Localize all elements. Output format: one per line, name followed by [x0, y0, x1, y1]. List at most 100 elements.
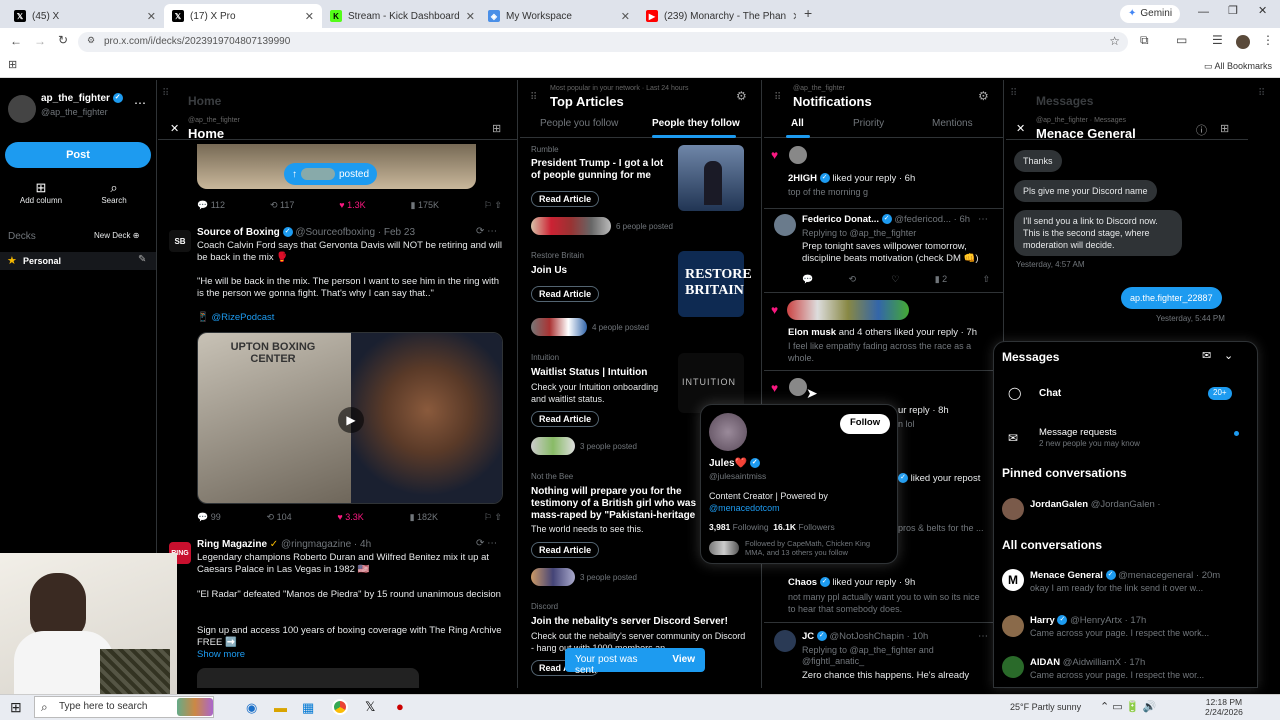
article-title[interactable]: President Trump - I got a lot of people …	[531, 158, 667, 182]
close-tab-icon[interactable]: ✕	[792, 10, 796, 23]
close-tab-icon[interactable]: ✕	[147, 10, 156, 23]
conversation-avatar[interactable]	[1002, 498, 1024, 520]
conversation-item[interactable]: Harry ✓ @HenryArtx · 17h	[1030, 615, 1146, 626]
restore-icon[interactable]: ❐	[1228, 6, 1238, 17]
column-settings-icon[interactable]: ⚙	[978, 89, 989, 103]
conversation-avatar[interactable]: M	[1002, 569, 1024, 591]
like-button[interactable]: ♡	[891, 274, 899, 285]
close-column-icon[interactable]: ✕	[170, 122, 179, 135]
posted-pill[interactable]: ↑ posted	[284, 163, 378, 185]
file-explorer-icon[interactable]: ▬	[274, 700, 287, 715]
notification-avatar[interactable]	[774, 214, 796, 236]
more-options-icon[interactable]: ⟳ ⋯	[476, 226, 497, 237]
repost-button[interactable]: ⟲	[849, 274, 857, 285]
article-thumbnail[interactable]: RESTORE BRITAIN	[678, 251, 752, 317]
drag-handle-icon[interactable]: ⠿	[774, 92, 781, 103]
store-icon[interactable]: ▦	[302, 700, 314, 716]
column-settings-icon[interactable]: ⊞	[1220, 122, 1229, 135]
compose-message-icon[interactable]: ✉	[1202, 349, 1211, 362]
more-options-icon[interactable]: ⟳ ⋯	[476, 538, 497, 549]
conversation-item[interactable]: AIDAN @AidwilliamX · 17h	[1030, 657, 1145, 668]
gemini-button[interactable]: ✦ Gemini	[1120, 5, 1181, 23]
all-bookmarks-button[interactable]: ▭ All Bookmarks	[1204, 61, 1272, 72]
show-more-link[interactable]: Show more	[197, 649, 245, 660]
notification-avatars[interactable]	[787, 300, 909, 320]
new-tab-icon[interactable]: +	[804, 6, 812, 20]
close-tab-icon[interactable]: ✕	[466, 10, 475, 23]
hover-card-bio-link[interactable]: @menacedotcom	[709, 503, 780, 513]
clock[interactable]: 12:18 PM 2/24/2026	[1205, 697, 1243, 717]
add-column-button[interactable]: ⊞ Add column	[14, 180, 68, 205]
close-column-icon[interactable]: ✕	[1016, 122, 1025, 135]
conversation-avatar[interactable]	[1002, 656, 1024, 678]
post-button[interactable]: Post	[5, 142, 151, 168]
reply-button[interactable]: 💬 99	[197, 512, 221, 523]
tab-people-they-follow[interactable]: People they follow	[652, 118, 740, 129]
windows-start-icon[interactable]: ⊞	[10, 699, 22, 716]
downloads-icon[interactable]: ☰	[1212, 34, 1223, 46]
drag-handle-icon[interactable]: ⠿	[1258, 88, 1265, 99]
close-tab-icon[interactable]: ✕	[305, 10, 314, 23]
more-options-icon[interactable]: ⋯	[134, 97, 146, 109]
browser-tab[interactable]: ◈ My Workspace ✕	[480, 4, 638, 28]
article-title[interactable]: Nothing will prepare you for the testimo…	[531, 486, 703, 522]
share-icon[interactable]: ⇧	[982, 274, 990, 285]
like-button[interactable]: ♥ 1.3K	[339, 200, 365, 211]
read-article-button[interactable]: Read Article	[531, 286, 600, 302]
browser-tab[interactable]: ▶ (239) Monarchy - The Phan ✕	[638, 4, 796, 28]
hover-card-name[interactable]: Jules❤️ ✓	[709, 458, 760, 469]
minimize-icon[interactable]: —	[1198, 7, 1209, 18]
read-article-button[interactable]: Read Article	[531, 191, 600, 207]
new-deck-button[interactable]: New Deck ⊕	[94, 231, 139, 240]
play-icon[interactable]: ▶	[338, 407, 364, 433]
tweet-mention-link[interactable]: 📱 @RizePodcast	[197, 312, 274, 323]
drag-handle-icon[interactable]: ⠿	[162, 88, 169, 99]
close-window-icon[interactable]: ✕	[1258, 6, 1267, 17]
profile-avatar[interactable]	[1236, 35, 1250, 49]
tweet-video[interactable]: UPTON BOXING CENTER ▶	[197, 332, 503, 504]
follow-button[interactable]: Follow	[840, 414, 891, 434]
taskbar-search-box[interactable]: ⌕ Type here to search	[34, 696, 214, 718]
article-thumbnail[interactable]	[678, 145, 744, 211]
x-taskbar-icon[interactable]: 𝕏	[365, 699, 375, 715]
bookmark-icon[interactable]: ⚐ ⇧	[484, 512, 502, 523]
drag-handle-icon[interactable]: ⠿	[1010, 88, 1017, 99]
user-avatar[interactable]	[8, 95, 36, 123]
tab-mentions[interactable]: Mentions	[932, 118, 973, 129]
system-tray-icons[interactable]: ⌃ ▭ 🔋 🔊	[1100, 700, 1156, 713]
close-tab-icon[interactable]: ✕	[621, 10, 630, 23]
tweet-author[interactable]: Source of Boxing	[197, 227, 280, 238]
column-settings-icon[interactable]: ⚙	[736, 89, 747, 103]
address-bar[interactable]: ⚙ pro.x.com/i/decks/2023919704807139990 …	[78, 32, 1128, 52]
deck-item-personal[interactable]: ★ Personal ✎	[0, 252, 156, 270]
article-title[interactable]: Join the nebality's server Discord Serve…	[531, 616, 746, 627]
tab-people-you-follow[interactable]: People you follow	[540, 118, 618, 129]
notification-avatar[interactable]	[774, 630, 796, 652]
message-requests-link[interactable]: Message requests	[1039, 427, 1117, 438]
tab-all[interactable]: All	[791, 118, 804, 129]
edge-icon[interactable]: ◉	[246, 700, 257, 716]
chat-link[interactable]: Chat	[1039, 388, 1061, 399]
browser-tab[interactable]: K Stream - Kick Dashboard ✕	[322, 4, 480, 28]
conversation-item[interactable]: Menace General ✓ @menacegeneral · 20m	[1030, 570, 1220, 581]
collapse-icon[interactable]: ⌄	[1224, 349, 1233, 362]
article-title[interactable]: Join Us	[531, 265, 667, 276]
edit-deck-icon[interactable]: ✎	[138, 254, 146, 265]
browser-menu-icon[interactable]: ⋮	[1262, 34, 1274, 46]
extensions-icon[interactable]: ⧉	[1140, 34, 1149, 46]
bookmark-icon[interactable]: ⚐ ⇧	[484, 200, 502, 211]
chrome-icon[interactable]	[332, 699, 348, 715]
repost-button[interactable]: ⟲ 104	[267, 512, 292, 523]
more-options-icon[interactable]: ⋯	[978, 214, 988, 225]
notification-avatar[interactable]	[789, 378, 807, 396]
apps-grid-icon[interactable]: ⊞	[8, 60, 17, 71]
reply-button[interactable]: 💬 112	[197, 200, 225, 211]
browser-tab-active[interactable]: 𝕏 (17) X Pro ✕	[164, 4, 322, 28]
article-title[interactable]: Waitlist Status | Intuition	[531, 367, 667, 378]
sidebar-toggle-icon[interactable]: ▭	[1176, 34, 1187, 46]
reload-icon[interactable]: ↻	[58, 34, 68, 46]
recording-app-icon[interactable]: ●	[396, 699, 404, 714]
search-button[interactable]: ⌕ Search	[88, 180, 140, 205]
notification-avatar[interactable]	[789, 146, 807, 164]
tab-priority[interactable]: Priority	[853, 118, 884, 129]
